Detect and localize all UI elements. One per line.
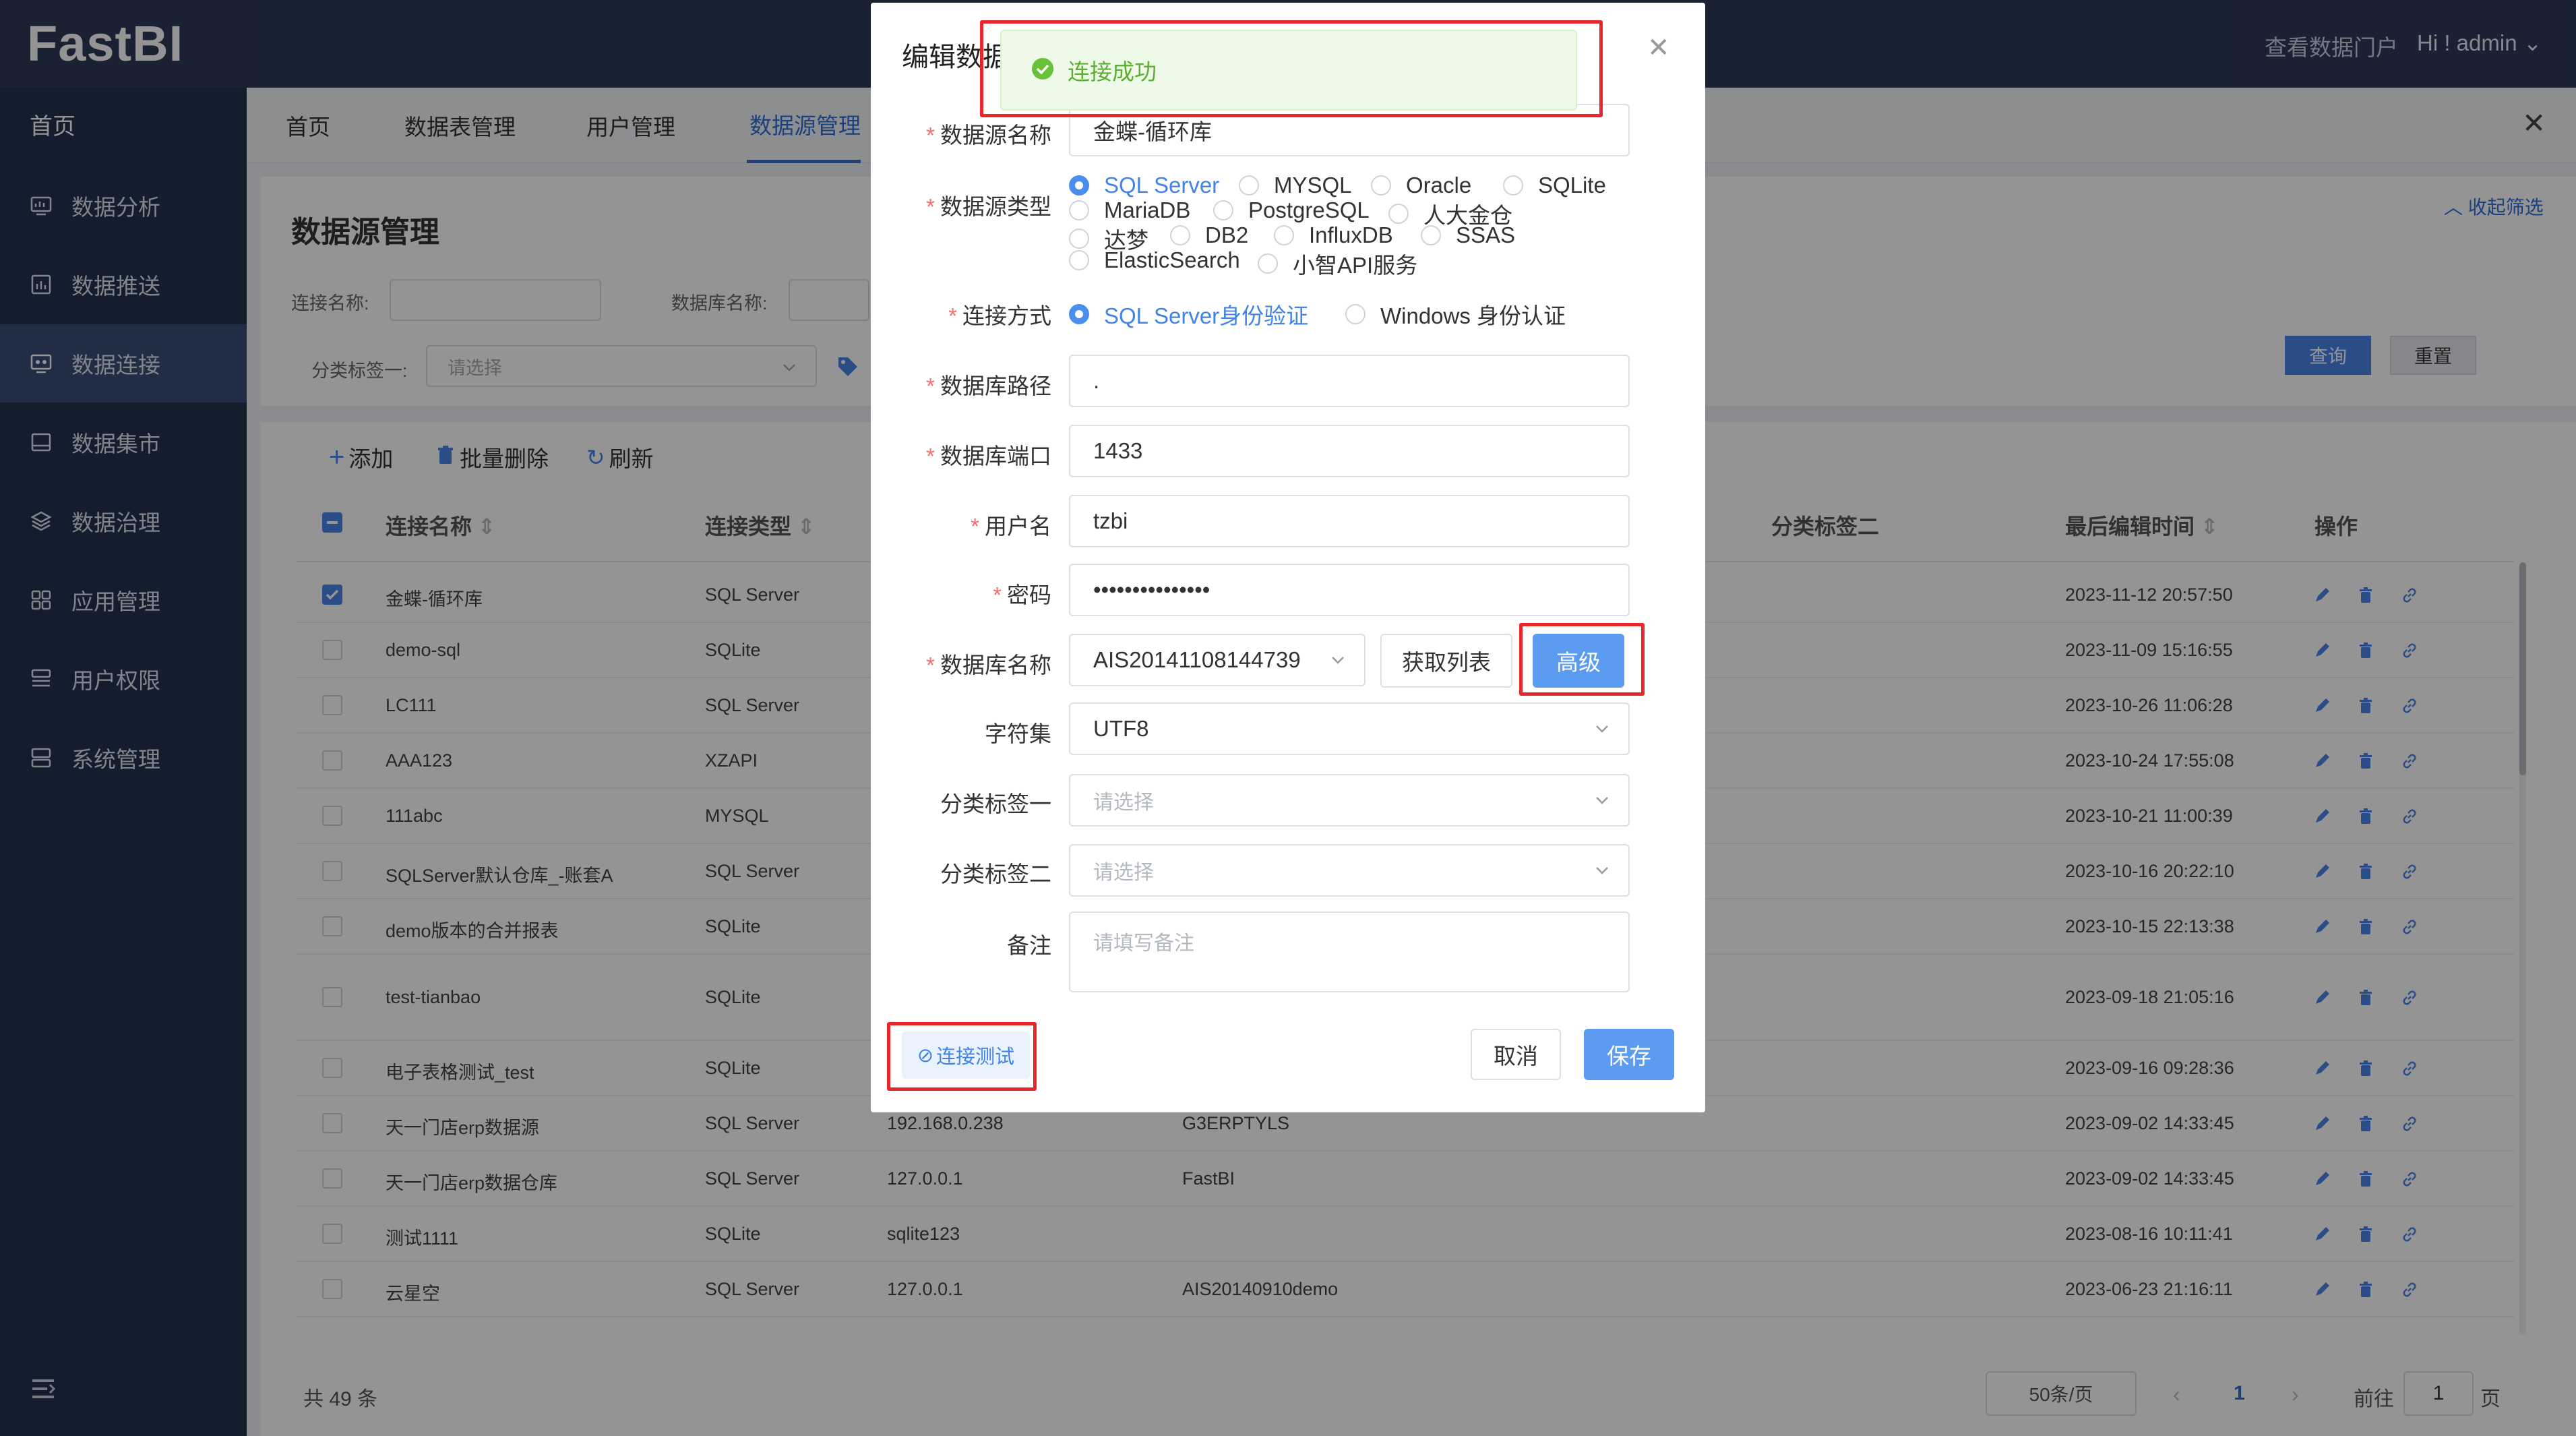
ds-name-label-text: 数据源名称 [940, 123, 1051, 148]
radio-circle-icon [1371, 175, 1391, 196]
db-path-label: * 数据库路径 [926, 373, 1051, 398]
charset-label: 字符集 [985, 721, 1051, 746]
remark-label: 备注 [1007, 933, 1051, 958]
radio-circle-icon [1421, 225, 1441, 245]
radio-circle-icon [1258, 253, 1278, 274]
password-input[interactable]: ••••••••••••••• [1069, 564, 1630, 616]
password-label-text: 密码 [1007, 582, 1051, 607]
radio-circle-icon [1345, 304, 1366, 324]
db-name-value: AIS20141108144739 [1093, 647, 1301, 672]
ds-type-radio[interactable]: SSAS [1421, 222, 1515, 248]
ds-type-option-label: MYSQL [1274, 173, 1352, 198]
db-port-label-text: 数据库端口 [940, 444, 1051, 469]
auth-option-label: SQL Server身份验证 [1104, 303, 1309, 328]
radio-circle-icon [1170, 225, 1190, 245]
radio-circle-icon [1069, 200, 1089, 220]
ds-type-radio[interactable]: PostgreSQL [1213, 198, 1370, 223]
auth-label-text: 连接方式 [962, 303, 1051, 328]
auth-label: * 连接方式 [948, 303, 1051, 328]
tag1-placeholder: 请选择 [1093, 791, 1154, 814]
radio-circle-icon [1503, 175, 1523, 196]
ds-type-option-label: MariaDB [1104, 198, 1191, 222]
tag2-select[interactable]: 请选择 [1069, 844, 1630, 897]
radio-circle-icon [1069, 304, 1089, 324]
highlight-box-advanced [1519, 623, 1645, 696]
ds-type-radio[interactable]: SQLite [1503, 173, 1606, 198]
ds-type-radio[interactable]: MYSQL [1239, 173, 1352, 198]
db-name-select-label: * 数据库名称 [926, 653, 1051, 678]
radio-circle-icon [1069, 175, 1089, 196]
ds-type-label: * 数据源类型 [926, 194, 1051, 219]
ds-type-radio[interactable]: InfluxDB [1274, 222, 1393, 248]
ds-type-radio[interactable]: ElasticSearch [1069, 247, 1240, 273]
get-list-button[interactable]: 获取列表 [1380, 634, 1512, 688]
close-icon[interactable]: ✕ [1647, 32, 1670, 63]
ds-type-option-label: DB2 [1205, 222, 1249, 247]
password-label: * 密码 [993, 582, 1051, 607]
ds-type-radio[interactable]: 小智API服务 [1258, 247, 1417, 280]
db-name-select-label-text: 数据库名称 [940, 653, 1051, 678]
chevron-down-icon [1596, 797, 1608, 804]
ds-type-option-label: SQL Server [1104, 173, 1220, 198]
username-label-text: 用户名 [985, 514, 1051, 539]
db-port-input[interactable]: 1433 [1069, 425, 1630, 477]
tag2-placeholder: 请选择 [1093, 862, 1154, 884]
charset-value: UTF8 [1093, 716, 1149, 741]
ds-type-label-text: 数据源类型 [940, 194, 1051, 219]
auth-option-label: Windows 身份认证 [1380, 303, 1566, 328]
radio-circle-icon [1213, 200, 1233, 220]
ds-type-option-label: Oracle [1406, 173, 1472, 198]
highlight-box-test [887, 1022, 1037, 1091]
tag2-label: 分类标签二 [940, 862, 1051, 887]
ds-type-option-label: InfluxDB [1309, 222, 1393, 247]
ds-type-option-label: SSAS [1456, 222, 1516, 247]
ds-type-option-label: 小智API服务 [1293, 253, 1418, 278]
db-path-label-text: 数据库路径 [940, 373, 1051, 398]
radio-circle-icon [1274, 225, 1294, 245]
ds-type-option-label: SQLite [1538, 173, 1606, 198]
highlight-box-toast [980, 20, 1603, 117]
ds-name-label: * 数据源名称 [926, 123, 1051, 148]
ds-type-option-label: ElasticSearch [1104, 247, 1240, 272]
chevron-down-icon [1596, 725, 1608, 733]
chevron-down-icon [1332, 657, 1344, 664]
radio-circle-icon [1388, 204, 1409, 224]
remark-textarea[interactable]: 请填写备注 [1069, 911, 1630, 992]
auth-radio[interactable]: Windows 身份认证 [1345, 298, 1566, 330]
radio-circle-icon [1069, 250, 1089, 270]
ds-type-radio[interactable]: MariaDB [1069, 198, 1190, 223]
db-port-label: * 数据库端口 [926, 444, 1051, 469]
auth-radio[interactable]: SQL Server身份验证 [1069, 298, 1308, 330]
ds-type-option-label: PostgreSQL [1248, 198, 1370, 222]
save-button[interactable]: 保存 [1584, 1029, 1674, 1080]
cancel-button[interactable]: 取消 [1471, 1029, 1561, 1080]
charset-select[interactable]: UTF8 [1069, 702, 1630, 755]
tag1-label: 分类标签一 [940, 791, 1051, 816]
ds-type-radio[interactable]: SQL Server [1069, 173, 1219, 198]
radio-circle-icon [1239, 175, 1259, 196]
tag1-select[interactable]: 请选择 [1069, 774, 1630, 827]
db-path-input[interactable]: . [1069, 355, 1630, 407]
ds-type-radio[interactable]: Oracle [1371, 173, 1471, 198]
username-input[interactable]: tzbi [1069, 495, 1630, 547]
username-label: * 用户名 [971, 514, 1051, 539]
radio-circle-icon [1069, 229, 1089, 249]
db-name-select[interactable]: AIS20141108144739 [1069, 634, 1366, 686]
chevron-down-icon [1596, 867, 1608, 874]
ds-type-radio[interactable]: DB2 [1170, 222, 1248, 248]
